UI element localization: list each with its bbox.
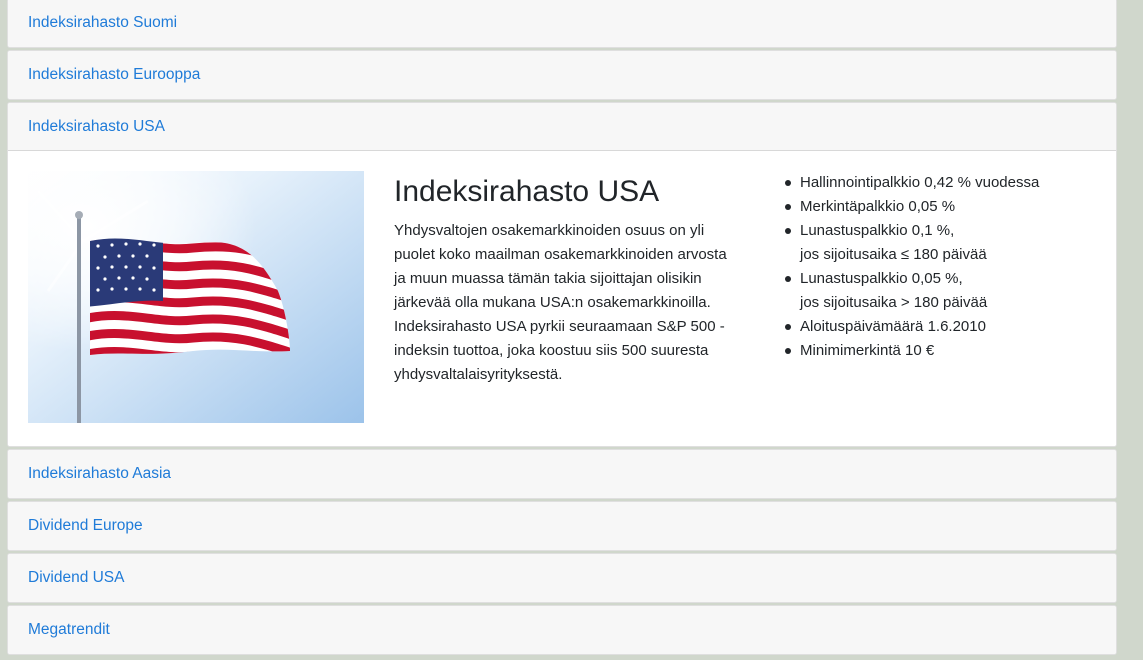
fee-list: Hallinnointipalkkio 0,42 % vuodessa Merk… xyxy=(785,171,1105,363)
accordion-link-eurooppa[interactable]: Indeksirahasto Eurooppa xyxy=(28,66,200,84)
accordion-header-dividend-europe[interactable]: Dividend Europe xyxy=(8,502,1116,550)
fee-text: Merkintäpalkkio 0,05 % xyxy=(800,198,956,215)
accordion-item-aasia: Indeksirahasto Aasia xyxy=(7,449,1117,499)
accordion-item-suomi: Indeksirahasto Suomi xyxy=(7,0,1117,48)
fee-item: Hallinnointipalkkio 0,42 % vuodessa xyxy=(785,171,1105,195)
accordion-item-megatrendit: Megatrendit xyxy=(7,605,1117,655)
fee-item: Merkintäpalkkio 0,05 % xyxy=(785,195,1105,219)
fee-text: Lunastuspalkkio 0,05 %, xyxy=(800,270,963,287)
fund-title: Indeksirahasto USA xyxy=(394,175,660,208)
fee-text: Hallinnointipalkkio 0,42 % vuodessa xyxy=(800,174,1040,191)
fee-text-continued: jos sijoitusaika ≤ 180 päivää xyxy=(800,246,987,263)
fee-text: Minimimerkintä 10 € xyxy=(800,342,935,359)
accordion-link-dividend-europe[interactable]: Dividend Europe xyxy=(28,517,143,535)
fee-item: Minimimerkintä 10 € xyxy=(785,339,1105,363)
accordion-link-dividend-usa[interactable]: Dividend USA xyxy=(28,569,125,587)
accordion-header-usa[interactable]: Indeksirahasto USA xyxy=(8,103,1116,151)
accordion-link-suomi[interactable]: Indeksirahasto Suomi xyxy=(28,14,177,32)
fee-item: Lunastuspalkkio 0,1 %, jos sijoitusaika … xyxy=(785,219,1105,267)
fund-accordion: Indeksirahasto Suomi Indeksirahasto Euro… xyxy=(7,0,1117,657)
fund-description: Yhdysvaltojen osakemarkkinoiden osuus on… xyxy=(394,222,727,383)
accordion-item-eurooppa: Indeksirahasto Eurooppa xyxy=(7,50,1117,100)
fee-text: Aloituspäivämäärä 1.6.2010 xyxy=(800,318,986,335)
fee-item: Lunastuspalkkio 0,05 %, jos sijoitusaika… xyxy=(785,267,1105,315)
accordion-link-aasia[interactable]: Indeksirahasto Aasia xyxy=(28,465,171,483)
accordion-header-aasia[interactable]: Indeksirahasto Aasia xyxy=(8,450,1116,498)
fee-item: Aloituspäivämäärä 1.6.2010 xyxy=(785,315,1105,339)
accordion-header-eurooppa[interactable]: Indeksirahasto Eurooppa xyxy=(8,51,1116,99)
fee-text: Lunastuspalkkio 0,1 %, xyxy=(800,222,955,239)
accordion-link-usa[interactable]: Indeksirahasto USA xyxy=(28,118,165,136)
accordion-item-dividend-usa: Dividend USA xyxy=(7,553,1117,603)
accordion-header-megatrendit[interactable]: Megatrendit xyxy=(8,606,1116,654)
fee-text-continued: jos sijoitusaika > 180 päivää xyxy=(800,294,988,311)
accordion-header-dividend-usa[interactable]: Dividend USA xyxy=(8,554,1116,602)
accordion-header-suomi[interactable]: Indeksirahasto Suomi xyxy=(8,0,1116,47)
accordion-panel-usa: Indeksirahasto USA Yhdysvaltojen osakema… xyxy=(8,151,1116,446)
accordion-item-dividend-europe: Dividend Europe xyxy=(7,501,1117,551)
accordion-link-megatrendit[interactable]: Megatrendit xyxy=(28,621,110,639)
usa-flag-image xyxy=(28,171,364,423)
accordion-item-usa: Indeksirahasto USA Indeksirahasto USA Yh… xyxy=(7,102,1117,447)
